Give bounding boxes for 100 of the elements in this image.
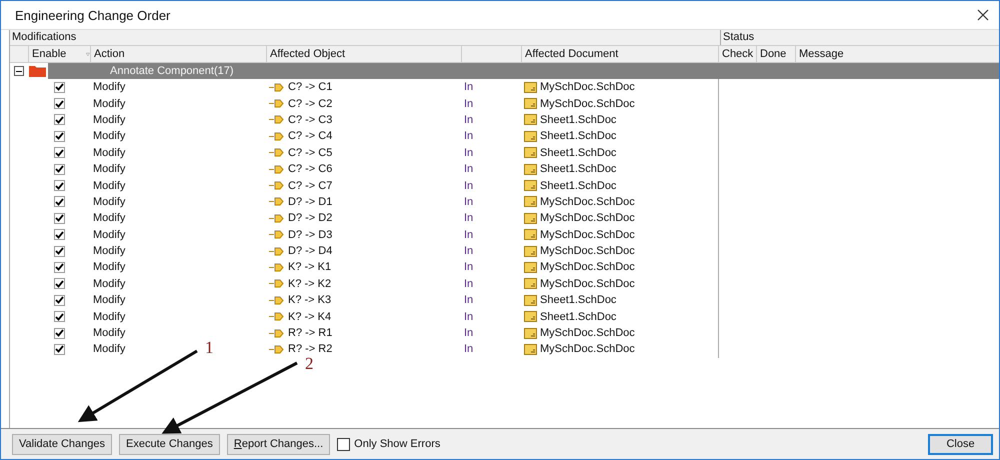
component-icon: [269, 164, 285, 174]
table-cell-text: In: [463, 343, 474, 356]
table-cell-text: In: [463, 146, 474, 159]
collapse-toggle[interactable]: [14, 66, 24, 76]
document-icon: [524, 262, 537, 273]
checkbox[interactable]: [54, 294, 64, 306]
column-header[interactable]: Message: [795, 46, 999, 62]
table-cell: Sheet1.SchDoc: [540, 180, 616, 192]
table-cell-text: In: [463, 245, 474, 258]
table-cell-text: Modify: [92, 196, 126, 208]
checkbox[interactable]: [54, 212, 64, 224]
checkbox[interactable]: [54, 344, 64, 355]
component-icon: [269, 279, 285, 288]
column-header[interactable]: Action: [90, 46, 266, 62]
table-cell-text: In: [463, 196, 474, 208]
action-button[interactable]: Validate Changes: [12, 434, 112, 454]
component-icon: [269, 82, 285, 92]
table-cell-text: Modify: [92, 146, 126, 159]
table-cell: MySchDoc.SchDoc: [540, 81, 635, 94]
document-icon: [524, 246, 537, 257]
table-cell-text: Modify: [92, 130, 126, 142]
table-cell-text: In: [463, 294, 474, 306]
table-cell-text: Modify: [92, 310, 126, 323]
column-header[interactable]: Done: [756, 46, 795, 62]
document-icon: [524, 98, 537, 110]
table-cell: Sheet1.SchDoc: [540, 130, 616, 142]
component-icon: [269, 312, 285, 322]
checkbox[interactable]: [54, 328, 64, 339]
table-cell: C? -> C6: [288, 163, 332, 176]
checkbox[interactable]: [54, 147, 64, 158]
table-cell-text: Modify: [92, 294, 126, 306]
table-cell-text: In: [463, 228, 474, 241]
component-icon: [269, 296, 285, 305]
table-cell-text: In: [463, 114, 474, 126]
action-button[interactable]: Execute Changes: [119, 434, 220, 454]
table-cell-text: In: [463, 310, 474, 323]
table-cell-text: Modify: [92, 163, 126, 176]
component-icon: [269, 132, 285, 141]
table-cell-text: In: [463, 98, 474, 110]
table-cell-text: Modify: [92, 261, 126, 274]
column-header[interactable]: Enable: [28, 46, 90, 62]
table-cell-text: Modify: [92, 98, 126, 110]
checkbox[interactable]: [54, 180, 64, 192]
table-cell: C? -> C2: [288, 98, 332, 110]
table-cell-text: Modify: [92, 212, 126, 224]
close-button[interactable]: Close: [928, 434, 993, 454]
checkbox[interactable]: [54, 262, 64, 273]
checkbox[interactable]: [54, 164, 64, 175]
table-cell: Sheet1.SchDoc: [540, 114, 616, 126]
column-header[interactable]: Affected Object: [266, 46, 461, 62]
table-cell: MySchDoc.SchDoc: [540, 98, 635, 110]
table-cell: Sheet1.SchDoc: [540, 146, 616, 159]
checkbox[interactable]: [54, 196, 64, 208]
component-icon: [269, 262, 285, 272]
table-cell: Sheet1.SchDoc: [540, 310, 616, 323]
table-cell: D? -> D4: [288, 245, 332, 258]
table-cell-text: In: [463, 180, 474, 192]
table-cell: K? -> K2: [288, 278, 332, 290]
table-cell-text: Modify: [92, 114, 126, 126]
checkbox[interactable]: [337, 438, 350, 450]
checkbox[interactable]: [54, 82, 64, 93]
checkbox[interactable]: [54, 311, 64, 322]
document-icon: [524, 147, 537, 158]
table-cell-text: In: [463, 130, 474, 142]
column-header[interactable]: Affected Document: [521, 46, 718, 62]
document-icon: [524, 278, 537, 290]
document-icon: [524, 82, 537, 93]
component-icon: [269, 99, 285, 108]
table-cell: MySchDoc.SchDoc: [540, 327, 635, 340]
checkbox[interactable]: [54, 98, 64, 110]
component-icon: [269, 115, 285, 124]
table-cell-text: In: [463, 163, 474, 176]
column-header[interactable]: Check: [718, 46, 756, 62]
table-cell: C? -> C5: [288, 146, 332, 159]
table-cell-text: Modify: [92, 81, 126, 94]
table-cell: C? -> C3: [288, 114, 332, 126]
table-cell-text: Modify: [92, 245, 126, 258]
table-cell-text: In: [463, 278, 474, 290]
document-icon: [524, 328, 537, 339]
document-icon: [524, 311, 537, 322]
table-cell-text: In: [463, 212, 474, 224]
checkbox[interactable]: [54, 114, 64, 126]
group-label: Annotate Component(17): [110, 65, 234, 77]
table-cell-text: Modify: [92, 343, 126, 356]
checkbox[interactable]: [54, 278, 64, 290]
checkbox[interactable]: [54, 246, 64, 257]
close-icon[interactable]: [977, 9, 989, 21]
table-cell: MySchDoc.SchDoc: [540, 343, 635, 356]
component-icon: [269, 197, 285, 206]
checkbox[interactable]: [54, 130, 64, 142]
annotation-number: 1: [205, 338, 214, 357]
table-cell-text: In: [463, 261, 474, 274]
action-button[interactable]: Report Changes...: [226, 434, 330, 454]
component-icon: [269, 230, 285, 240]
checkbox[interactable]: [54, 229, 64, 240]
table-cell-text: In: [463, 327, 474, 340]
table-cell: K? -> K3: [288, 294, 332, 306]
table-cell: MySchDoc.SchDoc: [540, 261, 635, 274]
table-cell: Sheet1.SchDoc: [540, 294, 616, 306]
table-cell: R? -> R1: [288, 327, 332, 340]
